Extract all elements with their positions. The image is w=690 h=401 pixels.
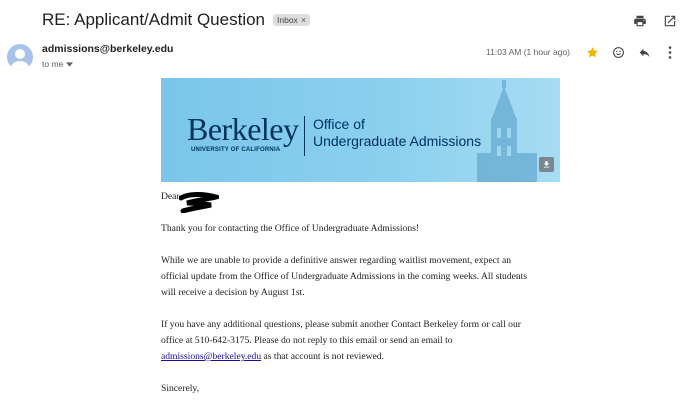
office-title-line1: Office of [313,116,365,132]
office-title-line2: Undergraduate Admissions [313,133,482,149]
emoji-reaction-icon[interactable] [610,44,626,60]
recipient-details[interactable]: to me [42,59,74,69]
sender-address[interactable]: admissions@berkeley.edu [42,43,173,55]
inbox-label-text: Inbox [277,15,298,25]
email-subject: RE: Applicant/Admit Question [42,10,266,29]
avatar[interactable] [7,44,33,70]
redacted-name-mark [179,192,219,213]
message-timestamp: 11:03 AM (1 hour ago) [486,47,570,57]
berkeley-logo-word: Berkeley [187,111,299,147]
body-paragraph-3-line1: If you have any additional questions, pl… [161,319,521,330]
body-paragraph-2-line2: official update from the Office of Under… [161,271,528,282]
chevron-down-icon[interactable] [66,59,74,69]
recipient-text: to me [42,59,64,69]
thread-toolbar [632,13,678,29]
admissions-email-link[interactable]: admissions@berkeley.edu [161,351,261,362]
logo-divider [304,116,305,156]
body-paragraph-1: Thank you for contacting the Office of U… [161,223,420,234]
berkeley-banner-image: Berkeley UNIVERSITY OF CALIFORNIA Office… [161,78,560,182]
reply-icon[interactable] [636,44,652,60]
inbox-label-chip[interactable]: Inbox × [273,14,311,26]
bottom-fade [0,391,690,401]
body-paragraph-2-line3: will receive a decision by August 1st. [161,287,305,298]
open-in-new-window-icon[interactable] [662,13,678,29]
remove-label-button[interactable]: × [301,15,306,25]
more-vertical-icon[interactable] [662,44,678,60]
body-paragraph-2-line1: While we are unable to provide a definit… [161,255,512,266]
berkeley-logo-subtitle: UNIVERSITY OF CALIFORNIA [191,147,281,153]
greeting: Dear [161,191,180,202]
message-actions: 11:03 AM (1 hour ago) [486,44,678,60]
body-paragraph-3-line3: admissions@berkeley.edu as that account … [161,349,384,365]
body-paragraph-3-line2: office at 510-642-3175. Please do not re… [161,335,453,346]
download-icon[interactable] [539,157,554,172]
subject-row: RE: Applicant/Admit Question Inbox × [42,10,311,30]
print-icon[interactable] [632,13,648,29]
body-paragraph-3-tail: as that account is not reviewed. [261,351,384,362]
star-icon[interactable] [584,44,600,60]
